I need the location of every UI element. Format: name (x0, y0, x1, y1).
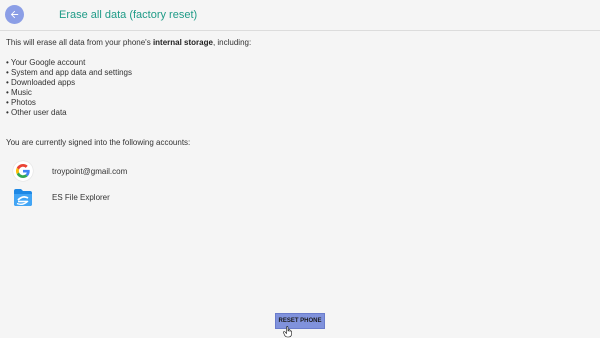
back-button[interactable] (5, 5, 24, 24)
google-icon (12, 160, 34, 182)
intro-text-start: This will erase all data from your phone… (6, 38, 153, 47)
list-item: • Other user data (6, 108, 67, 117)
account-label: troypoint@gmail.com (52, 166, 128, 176)
es-file-explorer-icon (12, 186, 34, 208)
account-es-file-explorer: ES File Explorer (12, 186, 110, 208)
list-item: • Downloaded apps (6, 78, 76, 87)
app-header: Erase all data (factory reset) (0, 0, 600, 31)
account-label: ES File Explorer (52, 192, 110, 202)
list-item: • System and app data and settings (6, 68, 132, 77)
intro-text-bold: internal storage (152, 38, 213, 47)
page-title: Erase all data (factory reset) (59, 9, 198, 21)
signed-in-heading: You are currently signed into the follow… (6, 138, 191, 147)
hand-pointer-icon (283, 326, 292, 338)
list-item: • Your Google account (6, 58, 86, 67)
list-item: • Photos (6, 98, 36, 107)
account-google: troypoint@gmail.com (12, 160, 127, 182)
list-item: • Music (6, 88, 32, 97)
intro-text-end: , including: (212, 38, 252, 47)
factory-reset-screen: Erase all data (factory reset) This will… (0, 0, 600, 338)
erase-items-list: • Your Google account • System and app d… (6, 58, 586, 118)
intro-text: This will erase all data from your phone… (6, 38, 586, 48)
arrow-left-icon (10, 10, 19, 19)
erase-description: This will erase all data from your phone… (6, 38, 586, 118)
